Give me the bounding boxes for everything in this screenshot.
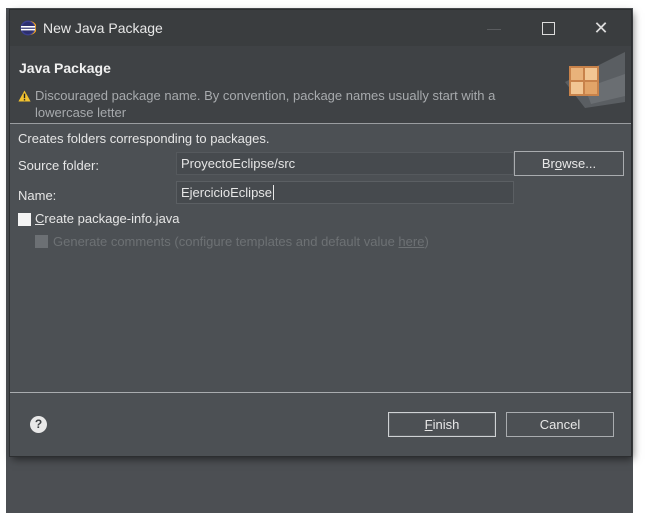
generate-comments-checkbox (35, 235, 48, 248)
eclipse-app-icon (20, 20, 36, 36)
finish-button[interactable]: Finish (388, 412, 496, 437)
wizard-title: Java Package (19, 60, 111, 76)
source-folder-input[interactable]: ProyectoEclipse/src (176, 152, 514, 175)
help-icon[interactable]: ? (30, 416, 47, 433)
package-banner-icon (565, 52, 625, 108)
wizard-header: Java Package Discouraged package name. B… (10, 46, 631, 123)
package-name-value: EjercicioEclipse (181, 185, 273, 200)
cancel-button[interactable]: Cancel (506, 412, 614, 437)
warning-icon (18, 90, 31, 102)
name-label: Name: (18, 188, 57, 203)
create-package-info-checkbox[interactable] (18, 213, 31, 226)
package-name-input[interactable]: EjercicioEclipse (176, 181, 514, 204)
generate-comments-label: Generate comments (configure templates a… (53, 234, 429, 249)
minimize-button[interactable]: — (471, 10, 517, 46)
title-bar[interactable]: New Java Package — ✕ (10, 10, 631, 46)
templates-link[interactable]: here (398, 234, 424, 249)
new-java-package-dialog: New Java Package — ✕ Java Package Discou… (10, 10, 631, 456)
create-package-info-label[interactable]: Create package-info.java (35, 211, 180, 226)
cancel-label: Cancel (539, 417, 581, 432)
browse-button[interactable]: Browse... (514, 151, 624, 176)
warning-message: Discouraged package name. By convention,… (35, 88, 496, 120)
window-title: New Java Package (43, 20, 163, 36)
minimize-icon: — (487, 20, 501, 36)
maximize-button[interactable] (525, 10, 571, 46)
maximize-icon (541, 21, 555, 35)
source-folder-value: ProyectoEclipse/src (181, 156, 296, 171)
footer-separator (10, 392, 631, 393)
close-icon: ✕ (593, 17, 609, 38)
text-caret (273, 185, 275, 200)
finish-label: Finish (424, 417, 460, 432)
source-folder-label: Source folder: (18, 158, 99, 173)
close-button[interactable]: ✕ (578, 10, 624, 46)
page-description: Creates folders corresponding to package… (18, 131, 270, 146)
header-separator (10, 123, 631, 124)
browse-label: Browse... (541, 156, 597, 171)
